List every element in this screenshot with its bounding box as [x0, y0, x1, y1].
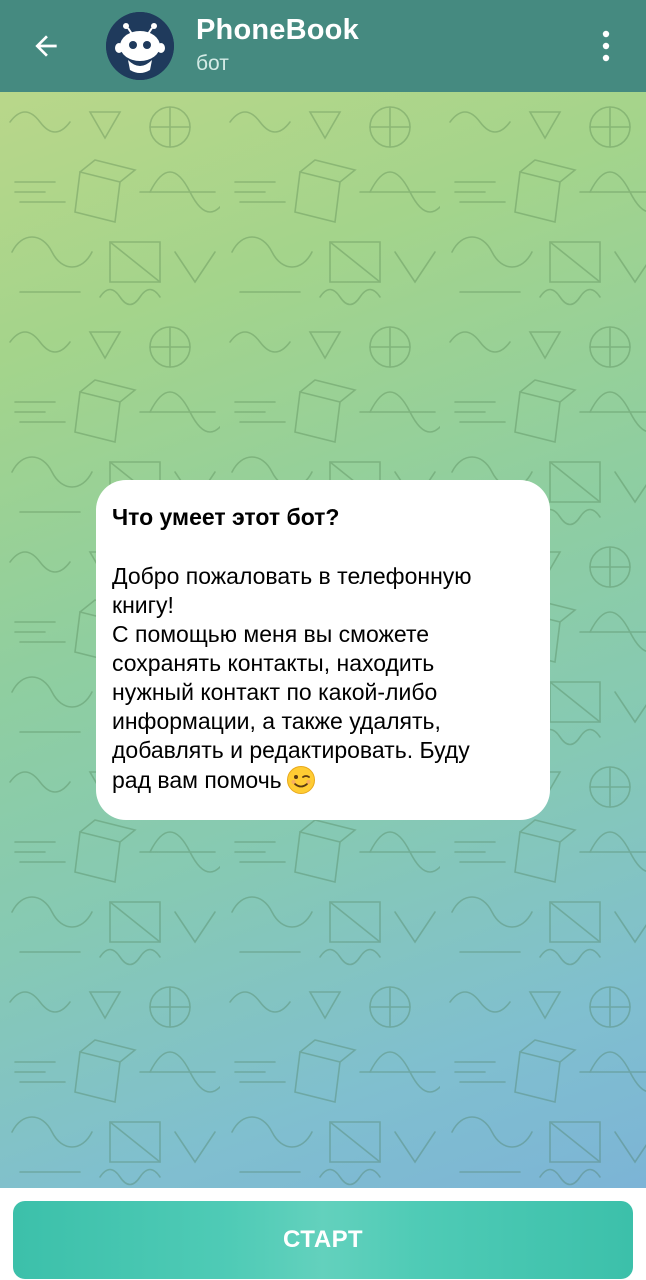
- start-button[interactable]: СТАРТ: [13, 1201, 633, 1279]
- description-line: рад вам помочь: [112, 767, 282, 793]
- telegram-bot-screen: PhoneBook бот Что умеет этот бот? Добро …: [0, 0, 646, 1280]
- chat-subtitle: бот: [196, 52, 229, 75]
- description-line: сохранять контакты, находить: [112, 650, 435, 676]
- winking-face-emoji-icon: [286, 766, 315, 794]
- more-vertical-icon: [602, 30, 610, 62]
- description-last-line: рад вам помочь: [112, 765, 532, 795]
- description-line: книгу!: [112, 592, 174, 618]
- arrow-left-icon: [35, 35, 57, 57]
- description-line: добавлять и редактировать. Буду: [112, 737, 470, 763]
- chat-background: Что умеет этот бот? Добро пожаловать в т…: [0, 92, 646, 1188]
- description-line: информации, а также удалять,: [112, 708, 441, 734]
- description-line: Добро пожаловать в телефонную: [112, 563, 472, 589]
- description-line: С помощью меня вы сможете: [112, 621, 430, 647]
- chat-title[interactable]: PhoneBook: [196, 14, 359, 47]
- robot-avatar-icon: [106, 12, 174, 80]
- bottom-action-bar: СТАРТ: [0, 1188, 646, 1280]
- bot-avatar[interactable]: [106, 12, 174, 80]
- bot-description-text: Добро пожаловать в телефонную книгу! С п…: [112, 562, 532, 795]
- more-options-button[interactable]: [584, 22, 628, 70]
- bot-description-card: Что умеет этот бот? Добро пожаловать в т…: [96, 480, 550, 820]
- bot-description-heading: Что умеет этот бот?: [112, 504, 340, 530]
- chat-header: PhoneBook бот: [0, 0, 646, 92]
- description-line: нужный контакт по какой-либо: [112, 679, 438, 705]
- back-button[interactable]: [18, 18, 74, 74]
